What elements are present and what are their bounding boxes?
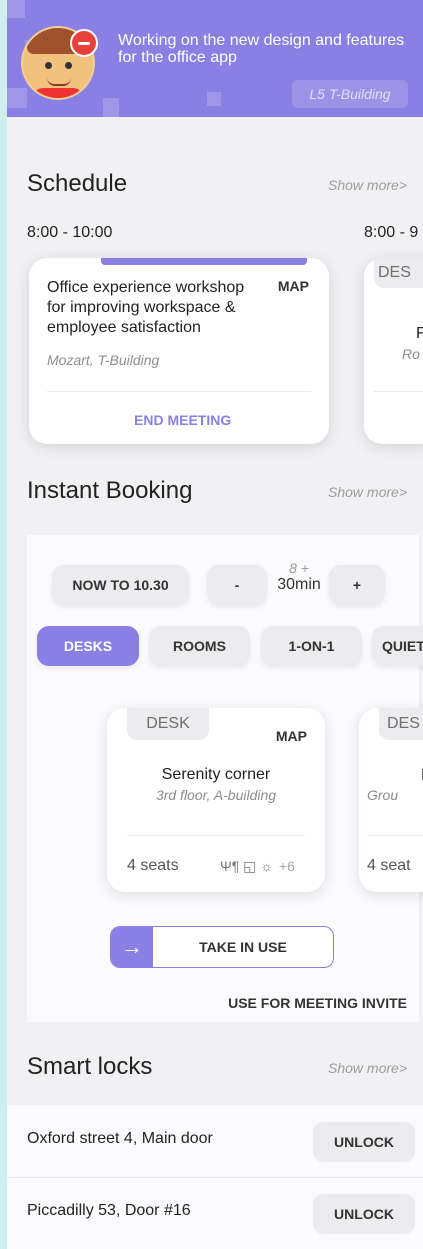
desk-tag: DES [379,708,423,740]
desk-seats: 4 seats [127,857,179,874]
locks-list: Oxford street 4, Main door UNLOCK Piccad… [7,1105,423,1249]
arrow-right-icon: → [111,927,153,967]
meeting-accent-bar [101,258,307,265]
instant-booking-show-more[interactable]: Show more> [328,484,407,500]
meeting-location: Mozart, T-Building [47,352,160,368]
duration-hint: 8 + [289,560,309,576]
desk-location: 3rd floor, A-building [155,787,277,803]
desk-name: Serenity corner [161,766,271,783]
unlock-button[interactable]: UNLOCK [313,1194,415,1234]
desk-card[interactable]: DES P Grou 4 seat [359,708,423,892]
smart-locks-title: Smart locks [27,1053,153,1080]
meeting-card[interactable]: DES F Ro [364,258,423,444]
list-item: Piccadilly 53, Door #16 UNLOCK [7,1178,423,1249]
divider [47,391,311,392]
meeting-card[interactable]: Office experience workshop for improving… [29,258,329,444]
instant-booking-title: Instant Booking [27,477,193,504]
meeting-title: Office experience workshop for improving… [47,279,245,336]
decrease-duration-button[interactable]: - [207,565,267,605]
time-range-button[interactable]: NOW TO 10.30 [52,565,189,605]
divider [127,835,305,836]
divider [374,391,423,392]
use-for-meeting-invite-link[interactable]: USE FOR MEETING INVITE [228,995,407,1011]
amenities-icons: Ψ¶ ◱ ☼ [220,858,274,874]
meeting-title: F [416,325,423,342]
list-item: Oxford street 4, Main door UNLOCK [7,1106,423,1178]
desk-seats: 4 seat [367,857,411,874]
unlock-button[interactable]: UNLOCK [313,1122,415,1162]
lock-name: Piccadilly 53, Door #16 [27,1202,191,1219]
header-pattern [103,98,119,117]
meeting-time: 8:00 - 9 [364,224,419,241]
smart-locks-show-more[interactable]: Show more> [328,1060,407,1076]
app-screen: Working on the new design and features f… [7,0,423,1249]
divider [369,835,423,836]
increase-duration-button[interactable]: + [329,565,385,605]
duration-value: 30min [277,576,321,593]
meeting-time: 8:00 - 10:00 [27,224,113,241]
end-meeting-button[interactable]: END MEETING [134,412,231,428]
desk-card[interactable]: DESK MAP Serenity corner 3rd floor, A-bu… [107,708,325,892]
header-pattern [7,88,27,108]
location-badge[interactable]: L5 T-Building [292,80,408,108]
filter-rooms[interactable]: ROOMS [149,626,250,666]
lock-name: Oxford street 4, Main door [27,1130,213,1147]
schedule-show-more[interactable]: Show more> [328,177,407,193]
schedule-title: Schedule [27,170,128,197]
do-not-disturb-icon [70,29,98,57]
filter-quiet[interactable]: QUIET [372,626,423,666]
header-pattern [7,0,25,18]
header-pattern [207,92,221,106]
take-in-use-button[interactable]: → TAKE IN USE [110,926,334,968]
desk-map-link[interactable]: MAP [276,728,307,744]
desk-tag: DES [374,258,423,288]
window-edge [0,0,7,1249]
filter-one-on-one[interactable]: 1-ON-1 [261,626,362,666]
desk-tag: DESK [127,708,209,740]
meeting-location: Ro [402,346,420,362]
status-header[interactable]: Working on the new design and features f… [7,0,423,117]
status-message: Working on the new design and features f… [118,32,405,66]
desk-location: Grou [367,787,399,803]
more-amenities: +6 [279,858,295,874]
take-in-use-label: TAKE IN USE [199,939,287,955]
meeting-map-link[interactable]: MAP [278,278,309,294]
filter-desks[interactable]: DESKS [37,626,139,666]
